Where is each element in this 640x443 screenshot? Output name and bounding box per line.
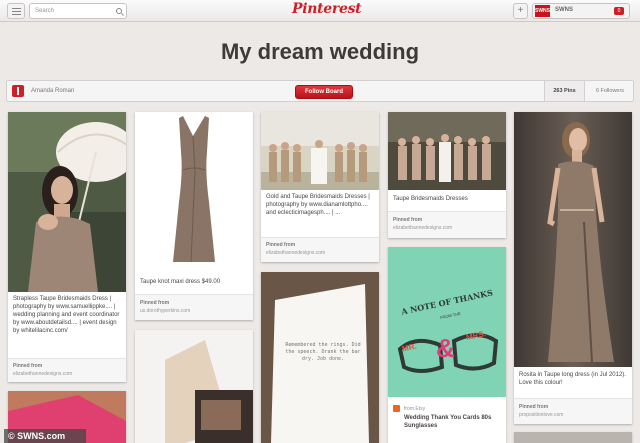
avatar: SWNS	[535, 5, 550, 17]
pin-card[interactable]: Gold and Taupe Bridesmaids Dresses | pho…	[261, 112, 379, 262]
pin-footer: Pinned from propositionlove.com	[514, 398, 632, 424]
notification-badge[interactable]: 0	[614, 7, 624, 15]
page-title: My dream wedding	[220, 39, 420, 64]
board-info-bar: Amanda Roman Follow Board 263 Pins 6 Fol…	[6, 80, 634, 102]
pin-card[interactable]: Taupe knot maxi dress $49.00 Pinned from…	[135, 112, 253, 320]
card-message: Remembered the rings. Did the speech. Dr…	[285, 342, 361, 362]
pin-image-business-cards[interactable]	[135, 330, 253, 443]
pin-image-bridesmaids-group[interactable]	[261, 112, 379, 190]
search-placeholder: Search	[35, 8, 55, 14]
menu-icon-line	[12, 14, 21, 15]
user-name: SWNS	[555, 7, 573, 13]
pin-source-link[interactable]: elizabethannedesigns.com	[393, 225, 452, 231]
pin-card[interactable]	[514, 432, 632, 443]
pinned-from-label: Pinned from	[266, 242, 296, 248]
pin-card[interactable]: Rosita in Taupe long dress (in Jul 2012)…	[514, 112, 632, 424]
pin-source-link[interactable]: elizabethannedesigns.com	[266, 250, 325, 256]
pinned-from-label: Pinned from	[140, 300, 170, 306]
pin-footer: Pinned from elizabethannedesigns.com	[261, 237, 379, 262]
follow-board-button[interactable]: Follow Board	[295, 85, 353, 99]
board-owner-link[interactable]: Amanda Roman	[31, 88, 74, 94]
search-icon[interactable]	[116, 8, 122, 14]
top-navigation-bar: Search Pinterest + SWNS SWNS 0	[0, 0, 640, 22]
add-pin-button[interactable]: +	[513, 3, 528, 19]
pin-footer: Pinned from us.dorothyperkins.com	[135, 294, 253, 320]
owner-avatar[interactable]	[12, 85, 24, 97]
pin-description: Wedding Thank You Cards 80s Sunglasses	[404, 415, 492, 429]
pin-source-link[interactable]: propositionlove.com	[519, 412, 563, 418]
pin-card[interactable]	[135, 330, 253, 443]
watermark: © SWNS.com	[4, 429, 86, 443]
pin-image-taupe-bridesmaids[interactable]	[388, 112, 506, 190]
pin-card[interactable]: Remembered the rings. Did the speech. Dr…	[261, 272, 379, 443]
pin-card[interactable]: Strapless Taupe Bridesmaids Dress | phot…	[8, 112, 126, 382]
pinned-from-label: Pinned from	[13, 363, 43, 369]
search-input[interactable]: Search	[29, 3, 127, 19]
pin-image-bridesmaid-parasol[interactable]	[8, 112, 126, 292]
pin-description: Gold and Taupe Bridesmaids Dresses | pho…	[266, 194, 370, 216]
pinned-from-label: Pinned from	[519, 404, 549, 410]
pin-card[interactable]: Taupe Bridesmaids Dresses Pinned from el…	[388, 112, 506, 238]
pin-description: Strapless Taupe Bridesmaids Dress | phot…	[13, 296, 120, 334]
pins-count-tab[interactable]: 263 Pins	[544, 81, 585, 101]
pin-card[interactable]: A NOTE OF THANKS FROM THE MR. & MRS. fro…	[388, 247, 506, 443]
pin-footer: Pinned from elizabethannedesigns.com	[388, 211, 506, 238]
pin-description: Taupe Bridesmaids Dresses	[393, 196, 468, 202]
pinned-from-label: Pinned from	[393, 217, 423, 223]
followers-count-tab[interactable]: 6 Followers	[587, 81, 633, 101]
menu-icon-line	[12, 11, 21, 12]
pin-image-rosita-long-dress[interactable]	[514, 112, 632, 367]
store-name[interactable]: from Etsy	[404, 406, 425, 412]
pin-description: Taupe knot maxi dress $49.00	[140, 279, 221, 285]
pinterest-logo[interactable]: Pinterest	[292, 1, 362, 17]
pin-description: Rosita in Taupe long dress (in Jul 2012)…	[519, 372, 626, 386]
menu-icon	[12, 8, 21, 9]
card-ampersand: &	[436, 333, 455, 363]
menu-button[interactable]	[7, 3, 25, 19]
pin-image-maxi-dress[interactable]	[135, 112, 253, 272]
pin-source-link[interactable]: elizabethannedesigns.com	[13, 371, 72, 377]
pin-footer: Pinned from elizabethannedesigns.com	[8, 358, 126, 382]
etsy-icon	[393, 405, 400, 412]
pin-image-partial[interactable]	[514, 432, 632, 443]
user-menu[interactable]: SWNS SWNS 0	[532, 3, 630, 19]
pin-source-link[interactable]: us.dorothyperkins.com	[140, 308, 190, 314]
